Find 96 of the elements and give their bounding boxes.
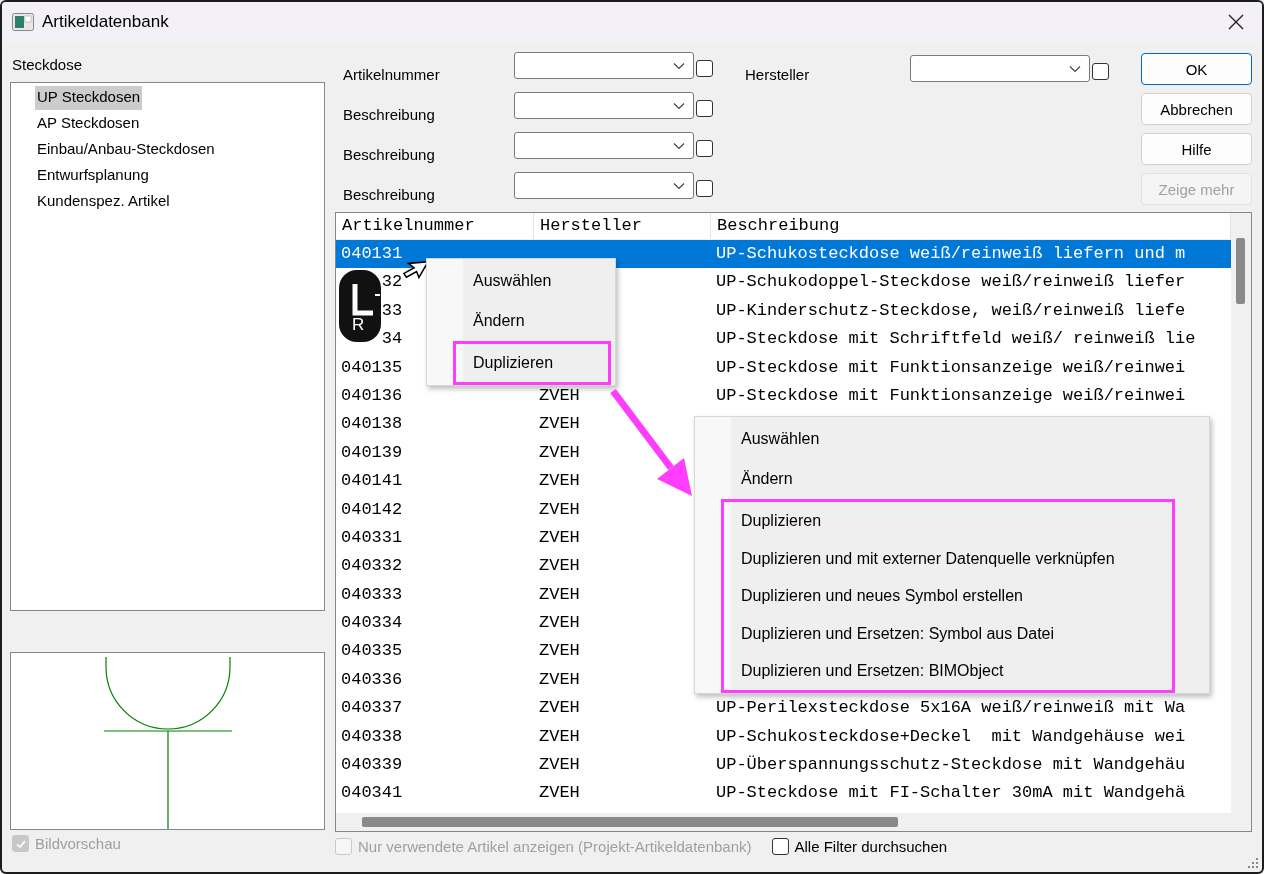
manufacturer-cell-text: ZVEH	[539, 441, 580, 464]
manufacturer-cell-text: ZVEH	[539, 725, 580, 748]
article-number-cell-text: 32	[381, 271, 403, 294]
manufacturer-cell-text: ZVEH	[539, 668, 580, 691]
description-cell-text: UP-Schukodoppel-Steckdose weiß/reinweiß liefer	[716, 271, 1186, 294]
dialog-button[interactable]: Hilfe	[1141, 133, 1252, 165]
article-number-cell-text: 040332	[341, 555, 403, 578]
menu-item[interactable]: Ändern	[695, 459, 1209, 499]
menu-item[interactable]: Duplizieren und neues Symbol erstellen	[724, 577, 1172, 615]
article-number-cell-text: 040331	[341, 526, 403, 549]
manufacturer-cell-text: ZVEH	[539, 640, 580, 663]
manufacturer-cell-text: ZVEH	[539, 697, 580, 720]
manufacturer-cell-text: ZVEH	[539, 413, 580, 436]
resize-grip-icon[interactable]	[1245, 855, 1259, 869]
description-cell-text: UP-Schukosteckdose+Deckel mit Wandgehäuse wei	[716, 725, 1186, 748]
checkbox[interactable]	[696, 180, 713, 197]
manufacturer-cell-text: ZVEH	[539, 612, 580, 635]
dialog-button[interactable]: Abbrechen	[1141, 93, 1252, 125]
selected-row[interactable]: 040131 UP-Schukosteckdose weiß/reinweiß liefern und m	[336, 240, 1231, 269]
checkbox[interactable]	[696, 60, 713, 77]
menu-item[interactable]: Duplizieren und mit externer Datenquelle verknüpfen	[724, 539, 1172, 577]
article-number-cell-text: 040336	[341, 668, 403, 691]
mouse-icon	[339, 270, 381, 342]
dropdown-field[interactable]	[514, 92, 694, 119]
chevron-down-icon	[673, 181, 685, 190]
manufacturer-cell-text: ZVEH	[539, 555, 580, 578]
menu-item[interactable]: Duplizieren	[456, 344, 608, 382]
tree-item[interactable]: AP Steckdosen	[35, 112, 142, 138]
manufacturer-cell-text: ZVEH	[539, 498, 580, 521]
article-number-cell-text: 040333	[341, 583, 403, 606]
menu-item[interactable]: Ändern	[427, 301, 615, 341]
description-cell-text: UP-Steckdose mit FI-Schalter 30mA mit Wandgehä	[716, 782, 1186, 805]
filter-label: Artikelnummer	[342, 65, 441, 83]
description-cell-text: UP-Kinderschutz-Steckdose, weiß/reinweiß liefe	[716, 299, 1186, 322]
column-header[interactable]: Hersteller	[534, 213, 711, 239]
chevron-down-icon	[673, 101, 685, 110]
checkbox[interactable]: Alle Filter durchsuchen	[771, 838, 948, 855]
menu-item[interactable]: Duplizieren	[724, 502, 1172, 540]
cursor-icon	[402, 261, 426, 280]
article-number-cell-text: 040338	[341, 725, 403, 748]
mouse-button-label: R	[352, 315, 365, 335]
horizontal-scrollbar[interactable]	[336, 813, 1231, 831]
manufacturer-cell-text: ZVEH	[539, 583, 580, 606]
article-number-cell-text: 040341	[341, 782, 403, 805]
article-number-cell-text: 040339	[341, 754, 403, 777]
chevron-down-icon	[673, 141, 685, 150]
article-number-cell-text: 040337	[341, 697, 403, 720]
app-icon	[12, 13, 34, 31]
checkbox[interactable]	[696, 100, 713, 117]
article-number-cell-text: 34	[381, 328, 403, 351]
dropdown-field[interactable]	[514, 52, 694, 79]
window-title: Artikeldatenbank	[42, 12, 169, 32]
menu-item[interactable]: Auswählen	[695, 419, 1209, 459]
article-number-cell-text: 040131	[341, 243, 403, 265]
vertical-scrollbar[interactable]	[1231, 213, 1251, 813]
description-cell-text: UP-Steckdose mit Funktionsanzeige weiß/reinwei	[716, 356, 1186, 379]
tree-item[interactable]: Entwurfsplanung	[35, 164, 151, 190]
article-number-cell-text: 040334	[341, 612, 403, 635]
manufacturer-cell-text: ZVEH	[539, 384, 580, 407]
article-number-cell-text: 040136	[341, 384, 403, 407]
article-number-cell-text: 040135	[341, 356, 403, 379]
checkbox[interactable]	[1092, 63, 1109, 80]
article-number-cell-text: 33	[381, 299, 403, 322]
dropdown-field[interactable]	[514, 132, 694, 159]
article-number-cell-text: 040335	[341, 640, 403, 663]
dropdown-field[interactable]	[514, 172, 694, 199]
description-cell-text: UP-Perilexsteckdose 5x16A weiß/reinweiß mit Wa	[716, 697, 1186, 720]
dropdown-field[interactable]	[910, 55, 1090, 82]
chevron-down-icon	[673, 61, 685, 70]
manufacturer-cell-text: ZVEH	[539, 470, 580, 493]
filter-label: Beschreibung	[342, 185, 436, 203]
article-number-cell-text: 040142	[341, 498, 403, 521]
checkbox[interactable]	[696, 140, 713, 157]
tree-item[interactable]: Einbau/Anbau-Steckdosen	[35, 138, 217, 164]
manufacturer-cell-text: ZVEH	[539, 782, 580, 805]
article-number-cell-text: 040141	[341, 470, 403, 493]
article-number-cell-text: 040139	[341, 441, 403, 464]
description-cell-text: UP-Steckdose mit Schriftfeld weiß/ reinweiß lie	[716, 328, 1196, 351]
menu-item[interactable]: Duplizieren und Ersetzen: Symbol aus Datei	[724, 614, 1172, 652]
close-icon[interactable]	[1228, 14, 1244, 30]
dialog-button[interactable]: OK	[1141, 53, 1252, 85]
tree-item[interactable]: UP Steckdosen	[35, 86, 143, 110]
description-cell-text: UP-Überspannungsschutz-Steckdose mit Wandgehäu	[716, 754, 1186, 777]
menu-item[interactable]: Duplizieren und Ersetzen: BIMObject	[724, 652, 1172, 690]
chevron-down-icon	[1069, 64, 1081, 73]
filter-label: Hersteller	[744, 65, 811, 83]
article-number-cell-text: 040138	[341, 413, 403, 436]
tree-item[interactable]: Kundenspez. Artikel	[35, 190, 172, 216]
panel-label: Steckdose	[11, 55, 84, 75]
manufacturer-cell-text: ZVEH	[539, 754, 580, 777]
filter-label: Beschreibung	[342, 145, 436, 163]
column-header[interactable]: Artikelnummer	[336, 213, 534, 239]
manufacturer-cell-text: ZVEH	[539, 526, 580, 549]
description-cell-text: UP-Steckdose mit Funktionsanzeige weiß/reinwei	[716, 384, 1186, 407]
description-cell-text: UP-Schukosteckdose weiß/reinweiß liefern und m	[716, 243, 1186, 265]
filter-label: Beschreibung	[342, 105, 436, 123]
